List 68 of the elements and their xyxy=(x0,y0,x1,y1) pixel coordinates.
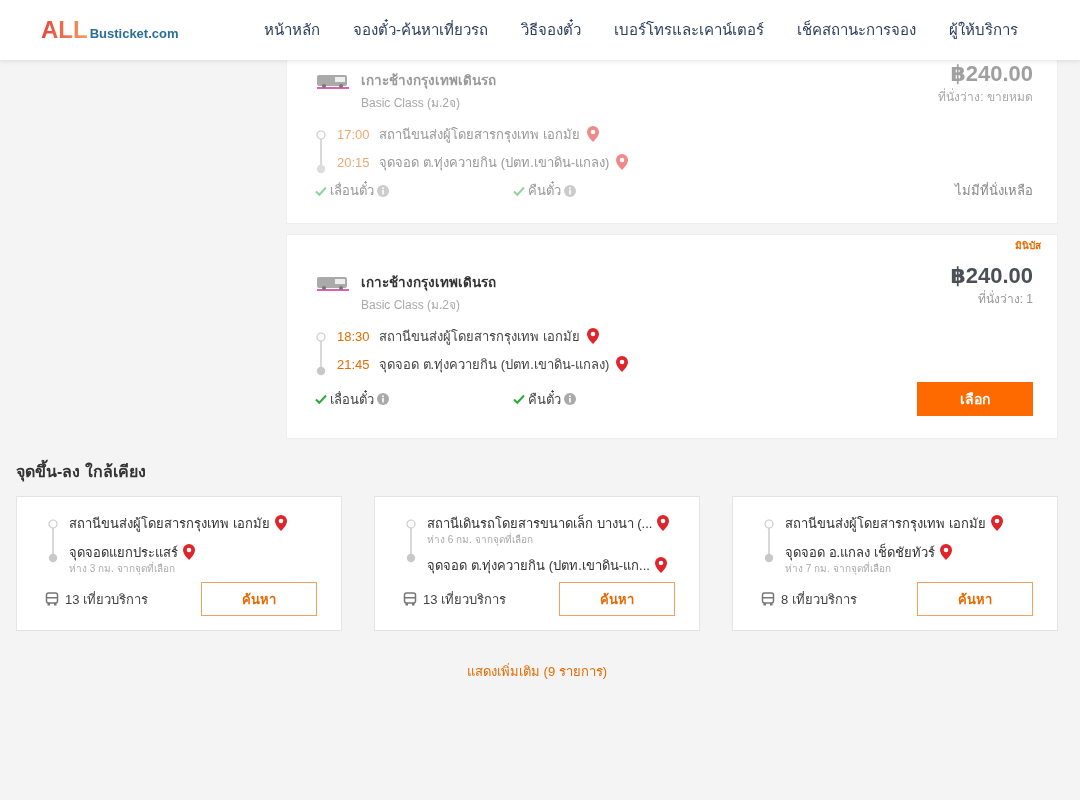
check-icon xyxy=(513,393,525,405)
check-icon xyxy=(315,393,327,405)
stop-name: จุดจอด ต.ทุ่งควายกิน (ปตท.เขาดิน-แก... xyxy=(427,557,650,576)
trip-count: 8 เที่ยวบริการ xyxy=(781,590,857,609)
map-pin-icon xyxy=(989,514,1004,533)
nav-link[interactable]: จองตั๋ว-ค้นหาเที่ยวรถ xyxy=(353,18,488,42)
info-icon[interactable] xyxy=(564,393,576,405)
route-timeline-icon xyxy=(405,519,417,563)
stop-time: 18:30 xyxy=(337,328,371,344)
map-pin-icon xyxy=(585,326,600,346)
trip-count: 13 เที่ยวบริการ xyxy=(423,590,507,609)
route-timeline-icon xyxy=(315,130,327,174)
bus-class: Basic Class (ม.2จ) xyxy=(361,95,462,112)
bus-class: Basic Class (ม.2จ) xyxy=(361,297,462,314)
info-icon[interactable] xyxy=(564,184,576,197)
map-pin-icon xyxy=(615,152,630,172)
map-pin-icon xyxy=(653,556,668,575)
nav-link[interactable]: หน้าหลัก xyxy=(264,18,320,42)
feature-label: คืนตั๋ว xyxy=(528,180,561,200)
stop-name: สถานีขนส่งผู้โดยสารกรุงเทพ เอกมัย xyxy=(379,327,580,347)
map-pin-icon xyxy=(615,354,630,374)
map-pin-icon xyxy=(585,124,600,144)
seats-available: ที่นั่งว่าง: 1 xyxy=(977,289,1033,308)
stop-name: จุดจอดแยกประแสร์ xyxy=(69,544,178,562)
nav-link[interactable]: วิธีจองตั๋ว xyxy=(521,18,581,42)
stop-time: 21:45 xyxy=(337,356,371,372)
distance-note: ห่าง 7 กม. จากจุดที่เลือก xyxy=(785,561,892,576)
stop-name: สถานีขนส่งผู้โดยสารกรุงเทพ เอกมัย xyxy=(69,515,270,534)
map-pin-icon xyxy=(273,514,288,533)
bus-icon xyxy=(761,592,775,606)
stop-name: จุดจอด ต.ทุ่งควายกิน (ปตท.เขาดิน-แกลง) xyxy=(379,153,610,173)
ticket-price: ฿240.00 xyxy=(950,263,1033,289)
stop-time: 17:00 xyxy=(337,126,371,142)
stop-name: จุดจอด อ.แกลง เช็ดชัยทัวร์ xyxy=(785,542,935,561)
bus-icon xyxy=(45,592,59,606)
trip-count: 13 เที่ยวบริการ xyxy=(65,590,149,609)
map-pin-icon xyxy=(182,543,196,562)
check-icon xyxy=(315,184,327,197)
stop-name: จุดจอด ต.ทุ่งควายกิน (ปตท.เขาดิน-แกลง) xyxy=(379,355,610,375)
distance-note: ห่าง 6 กม. จากจุดที่เลือก xyxy=(427,532,534,547)
info-icon[interactable] xyxy=(377,393,389,405)
route-timeline-icon xyxy=(763,519,775,563)
nav-link[interactable]: ผู้ให้บริการ xyxy=(949,18,1018,42)
feature-label: เลื่อนตั๋ว xyxy=(330,180,374,200)
site-logo[interactable]: ALL Busticket.com xyxy=(41,16,251,44)
route-timeline-icon xyxy=(315,332,327,376)
info-icon[interactable] xyxy=(377,184,389,197)
feature-label: เลื่อนตั๋ว xyxy=(330,389,374,409)
stop-name: สถานีขนส่งผู้โดยสารกรุงเทพ เอกมัย xyxy=(785,515,986,534)
stop-name: สถานีขนส่งผู้โดยสารกรุงเทพ เอกมัย xyxy=(379,125,580,145)
bus-type-label: มินิบัส xyxy=(1015,239,1041,253)
bus-icon xyxy=(403,592,417,606)
sold-out-status: ไม่มีที่นั่งเหลือ xyxy=(955,183,1033,198)
seats-available: ที่นั่งว่าง: ขายหมด xyxy=(938,87,1033,106)
operator-name: เกาะช้างกรุงเทพเดินรถ xyxy=(361,72,497,91)
section-title: จุดขึ้น-ลง ใกล้เคียง xyxy=(16,459,1058,484)
distance-note: ห่าง 3 กม. จากจุดที่เลือก xyxy=(69,561,175,576)
feature-label: คืนตั๋ว xyxy=(528,389,561,409)
map-pin-icon xyxy=(656,514,671,533)
nav-link[interactable]: เช็คสถานะการจอง xyxy=(797,18,916,42)
ticket-price: ฿240.00 xyxy=(950,61,1033,87)
stop-name: สถานีเดินรถโดยสารขนาดเล็ก บางนา (... xyxy=(427,513,653,532)
operator-name: เกาะช้างกรุงเทพเดินรถ xyxy=(361,274,497,293)
nav-link[interactable]: เบอร์โทรและเคาน์เตอร์ xyxy=(614,18,764,42)
route-timeline-icon xyxy=(47,519,59,563)
map-pin-icon xyxy=(938,543,953,562)
stop-time: 20:15 xyxy=(337,154,371,170)
check-icon xyxy=(513,184,525,197)
